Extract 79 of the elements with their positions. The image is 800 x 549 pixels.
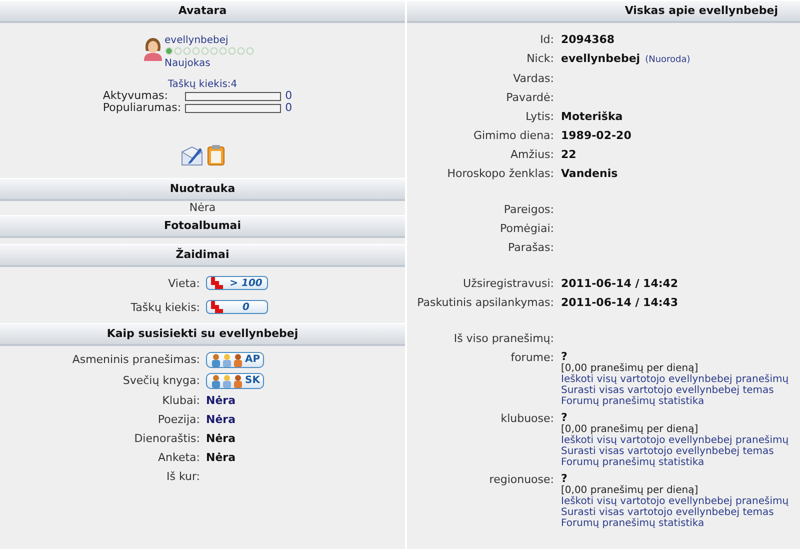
post-count: ? bbox=[561, 351, 568, 363]
field-label: Poezija: bbox=[156, 413, 200, 427]
field-label: Iš kur: bbox=[165, 470, 200, 484]
section-header: Kaip susisiekti su evellynbebej bbox=[0, 323, 405, 346]
field-label: Klubai: bbox=[161, 394, 200, 408]
game-badge[interactable]: > 100 bbox=[206, 276, 268, 290]
field-label: regionuose: bbox=[488, 473, 554, 488]
photo-status: Nėra bbox=[188, 201, 217, 215]
people-icon bbox=[210, 374, 244, 388]
field-label: Parašas: bbox=[506, 241, 554, 255]
search-link[interactable]: Surasti visas vartotojo evellynbebej temas bbox=[561, 446, 774, 457]
field-value: 22 bbox=[561, 148, 576, 161]
field-label: Dienoraštis: bbox=[133, 432, 200, 446]
search-link[interactable]: Forumų pranešimų statistika bbox=[561, 518, 704, 529]
user-link[interactable]: evellynbebej bbox=[164, 35, 256, 46]
rank-label: Naujokas bbox=[164, 58, 212, 69]
search-link[interactable]: Ieškoti visų vartotojo evellynbebej pranešimų bbox=[561, 435, 789, 446]
field-label: Vieta: bbox=[167, 276, 200, 290]
search-link[interactable]: Surasti visas vartotojo evellynbebej temas bbox=[561, 385, 774, 396]
section-header: Avatara bbox=[0, 0, 405, 23]
field-label: Horoskopo ženklas: bbox=[446, 167, 554, 181]
value-link[interactable]: Nėra bbox=[206, 394, 236, 408]
blocks-icon bbox=[211, 301, 225, 313]
field-value: 2094368 bbox=[561, 33, 615, 46]
meter-reading: 0 bbox=[285, 102, 292, 114]
field-label: Asmeninis pranešimas: bbox=[71, 353, 200, 367]
search-link[interactable]: Surasti visas vartotojo evellynbebej temas bbox=[561, 507, 774, 518]
field-label: Pavardė: bbox=[505, 91, 554, 105]
post-count: ? bbox=[561, 473, 568, 485]
post-count: ? bbox=[561, 412, 568, 424]
game-badge[interactable]: 0 bbox=[206, 300, 268, 314]
search-link[interactable]: Forumų pranešimų statistika bbox=[561, 457, 704, 468]
meter-reading: 0 bbox=[285, 90, 292, 102]
meter-label: Aktyvumas: bbox=[102, 90, 169, 102]
field-value: Vandenis bbox=[561, 167, 618, 180]
search-link[interactable]: Ieškoti visų vartotojo evellynbebej pranešimų bbox=[561, 496, 789, 507]
section-header: Fotoalbumai bbox=[0, 215, 405, 238]
post-rate: [0,00 pranešimų per dieną] bbox=[561, 485, 698, 496]
field-label: Nick: bbox=[526, 52, 554, 67]
field-value: 2011-06-14 / 14:43 bbox=[561, 296, 678, 309]
field-label: Lytis: bbox=[524, 110, 554, 124]
field-label: Id: bbox=[539, 33, 554, 47]
field-label: Svečių knyga: bbox=[122, 374, 200, 388]
value-link[interactable]: Nėra bbox=[206, 413, 236, 427]
field-label: Pareigos: bbox=[502, 203, 554, 217]
field-value: Nėra bbox=[206, 432, 236, 446]
field-label: Iš viso pranešimų: bbox=[452, 332, 554, 346]
field-label: Vardas: bbox=[512, 72, 554, 86]
field-value: evellynbebej bbox=[561, 52, 640, 65]
field-value: 2011-06-14 / 14:42 bbox=[561, 277, 678, 290]
contact-badge[interactable]: SK bbox=[206, 373, 264, 389]
envelope-pen-icon[interactable] bbox=[180, 146, 202, 166]
avatar-icon bbox=[142, 37, 162, 61]
field-label: Paskutinis apsilankymas: bbox=[416, 296, 554, 310]
points-label: Taškų kiekis:4 bbox=[168, 79, 238, 90]
field-value: Moteriška bbox=[561, 110, 623, 123]
field-label: Amžius: bbox=[510, 148, 554, 162]
field-value: Nėra bbox=[206, 451, 236, 465]
people-icon bbox=[210, 353, 244, 367]
field-label: Užsiregistravusi: bbox=[462, 277, 554, 291]
post-rate: [0,00 pranešimų per dieną] bbox=[561, 363, 698, 374]
post-rate: [0,00 pranešimų per dieną] bbox=[561, 424, 698, 435]
section-header: Žaidimai bbox=[0, 244, 405, 267]
contact-badge[interactable]: AP bbox=[206, 352, 264, 368]
field-value: 1989-02-20 bbox=[561, 129, 632, 142]
field-label: Taškų kiekis: bbox=[130, 300, 200, 314]
clipboard-icon[interactable] bbox=[206, 144, 224, 166]
field-label: Gimimo diena: bbox=[472, 129, 554, 143]
meter-label: Populiarumas: bbox=[102, 102, 182, 114]
blocks-icon bbox=[211, 277, 225, 289]
field-label: forume: bbox=[510, 351, 554, 366]
search-link[interactable]: Forumų pranešimų statistika bbox=[561, 396, 704, 407]
profile-link[interactable]: (Nuoroda) bbox=[645, 55, 690, 65]
field-label: Pomėgiai: bbox=[499, 222, 554, 236]
section-header: Nuotrauka bbox=[0, 178, 405, 201]
section-header: Viskas apie evellynbebej bbox=[407, 0, 800, 23]
search-link[interactable]: Ieškoti visų vartotojo evellynbebej pranešimų bbox=[561, 374, 789, 385]
field-label: Anketa: bbox=[156, 451, 200, 465]
field-label: klubuose: bbox=[500, 412, 554, 427]
